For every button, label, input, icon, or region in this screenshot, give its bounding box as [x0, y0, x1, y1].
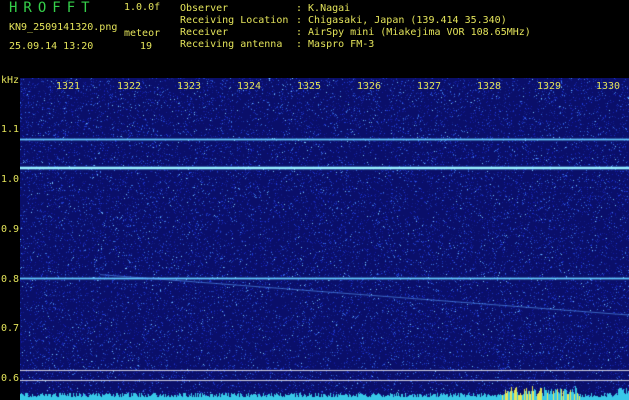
capture-datetime: 25.09.14 13:20: [9, 41, 94, 52]
x-tick-1326: 1326: [357, 81, 382, 92]
info-receiver-label: Receiver: [180, 27, 229, 38]
app-brand: HROFFT: [9, 0, 96, 16]
header-panel: HROFFT 1.0.0f KN9_2509141320.png 25.09.1…: [0, 0, 629, 74]
meteor-count-label: meteor: [124, 28, 161, 39]
y-tick-0-9: 0.9: [1, 224, 20, 235]
meteor-count-value: 19: [140, 41, 153, 52]
x-tick-1323: 1323: [177, 81, 202, 92]
app-version: 1.0.0f: [124, 2, 161, 13]
y-tick-0-8: 0.8: [1, 274, 20, 285]
info-location-label: Receiving Location: [180, 15, 289, 26]
y-tick-1-0: 1.0: [1, 174, 20, 185]
x-tick-1325: 1325: [297, 81, 322, 92]
info-antenna-value: : Maspro FM-3: [296, 39, 375, 50]
x-tick-1329: 1329: [537, 81, 562, 92]
spectrogram-canvas: [20, 78, 629, 400]
x-tick-1324: 1324: [237, 81, 262, 92]
x-tick-1330: 1330: [596, 81, 621, 92]
x-tick-1327: 1327: [417, 81, 442, 92]
info-observer-label: Observer: [180, 3, 229, 14]
x-tick-1322: 1322: [117, 81, 142, 92]
y-tick-1-1: 1.1: [1, 124, 20, 135]
info-antenna-label: Receiving antenna: [180, 39, 283, 50]
info-observer-value: : K.Nagai: [296, 3, 351, 14]
info-location-value: : Chigasaki, Japan (139.414 35.340): [296, 15, 507, 26]
y-tick-0-6: 0.6: [1, 373, 20, 384]
y-axis-unit: kHz: [1, 75, 20, 86]
file-name: KN9_2509141320.png: [9, 22, 118, 33]
info-receiver-value: : AirSpy mini (Miakejima VOR 108.65MHz): [296, 27, 531, 38]
y-tick-0-7: 0.7: [1, 323, 20, 334]
x-tick-1328: 1328: [477, 81, 502, 92]
x-tick-1321: 1321: [56, 81, 81, 92]
